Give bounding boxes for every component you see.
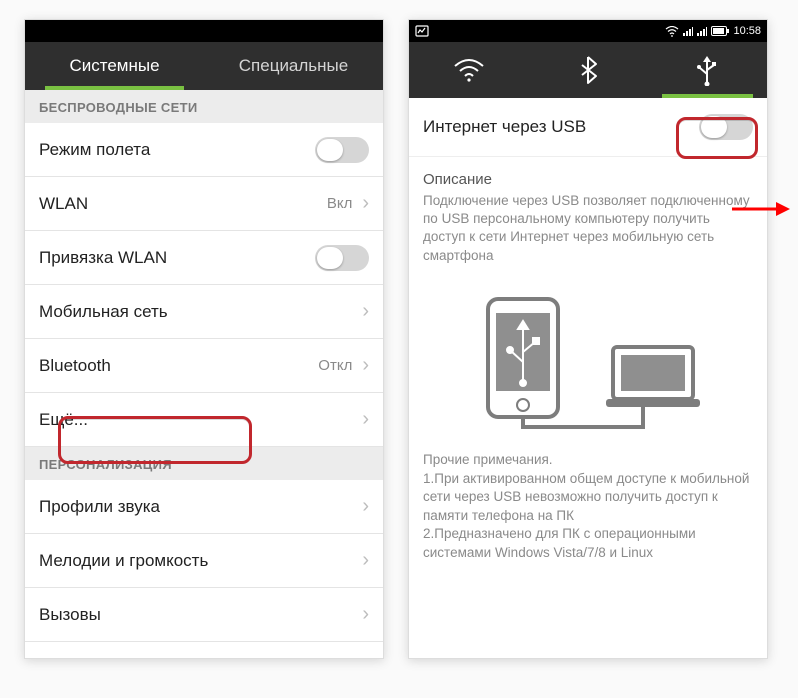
row-sound[interactable]: Мелодии и громкость ›: [25, 534, 383, 588]
section-wireless-label: БЕСПРОВОДНЫЕ СЕТИ: [39, 100, 197, 115]
notes-title: Прочие примечания.: [423, 451, 753, 470]
row-airplane[interactable]: Режим полета: [25, 123, 383, 177]
description-text: Подключение через USB позволяет подключе…: [423, 192, 753, 265]
phone-left: Системные Специальные БЕСПРОВОДНЫЕ СЕТИ …: [24, 19, 384, 659]
description-title: Описание: [423, 171, 753, 188]
airplane-toggle[interactable]: [315, 137, 369, 163]
chevron-right-icon: ›: [362, 192, 369, 215]
airplane-label: Режим полета: [39, 140, 150, 160]
row-wlan[interactable]: WLAN Вкл ›: [25, 177, 383, 231]
phone-right: 10:58 Интернет через USB: [408, 19, 768, 659]
signal2-icon: [697, 26, 707, 36]
chevron-right-icon: ›: [362, 603, 369, 626]
icon-tabs: [409, 42, 767, 98]
wlan-label: WLAN: [39, 194, 88, 214]
chevron-right-icon: ›: [362, 300, 369, 323]
wlan-tether-label: Привязка WLAN: [39, 248, 167, 268]
tabs-header: Системные Специальные: [25, 42, 383, 90]
screenshot-icon: [415, 25, 429, 37]
tab-system[interactable]: Системные: [25, 42, 204, 90]
row-mobile[interactable]: Мобильная сеть ›: [25, 285, 383, 339]
bluetooth-state: Откл: [318, 357, 352, 374]
usb-icon: [695, 54, 719, 86]
chevron-right-icon: ›: [362, 354, 369, 377]
calls-label: Вызовы: [39, 605, 101, 625]
usb-internet-toggle[interactable]: [699, 114, 753, 140]
wifi-icon: [665, 26, 679, 37]
section-wireless: БЕСПРОВОДНЫЕ СЕТИ: [25, 90, 383, 123]
tab-special[interactable]: Специальные: [204, 42, 383, 90]
row-security[interactable]: Безопасность: [25, 642, 383, 659]
more-label: Ещё...: [39, 410, 88, 430]
tab-system-label: Системные: [69, 56, 159, 76]
row-more[interactable]: Ещё... ›: [25, 393, 383, 447]
tab-wifi[interactable]: [409, 42, 528, 98]
battery-icon: [711, 26, 729, 36]
signal1-icon: [683, 26, 693, 36]
row-wlan-tether[interactable]: Привязка WLAN: [25, 231, 383, 285]
clock-label: 10:58: [733, 25, 761, 37]
tab-usb[interactable]: [648, 42, 767, 98]
mobile-label: Мобильная сеть: [39, 302, 168, 322]
chevron-right-icon: ›: [362, 408, 369, 431]
usb-illustration: [409, 277, 767, 447]
row-calls[interactable]: Вызовы ›: [25, 588, 383, 642]
section-personalization: ПЕРСОНАЛИЗАЦИЯ: [25, 447, 383, 480]
bluetooth-label: Bluetooth: [39, 356, 111, 376]
row-usb-internet[interactable]: Интернет через USB: [409, 98, 767, 157]
tab-special-label: Специальные: [239, 56, 348, 76]
wlan-tether-toggle[interactable]: [315, 245, 369, 271]
statusbar-left: [25, 20, 383, 42]
sound-label: Мелодии и громкость: [39, 551, 208, 571]
description-block: Описание Подключение через USB позволяет…: [409, 157, 767, 265]
row-bluetooth[interactable]: Bluetooth Откл ›: [25, 339, 383, 393]
chevron-right-icon: ›: [362, 495, 369, 518]
wlan-state: Вкл: [327, 195, 353, 212]
section-personalization-label: ПЕРСОНАЛИЗАЦИЯ: [39, 457, 172, 472]
tab-bluetooth[interactable]: [528, 42, 647, 98]
chevron-right-icon: ›: [362, 549, 369, 572]
usb-internet-label: Интернет через USB: [423, 117, 586, 137]
bluetooth-icon: [578, 55, 598, 85]
statusbar-right: 10:58: [409, 20, 767, 42]
profiles-label: Профили звука: [39, 497, 160, 517]
note-1: 1.При активированном общем доступе к моб…: [423, 470, 753, 526]
row-profiles[interactable]: Профили звука ›: [25, 480, 383, 534]
usb-body: Интернет через USB Описание Подключение …: [409, 98, 767, 658]
wifi-icon: [452, 57, 486, 83]
notes-block: Прочие примечания. 1.При активированном …: [409, 451, 767, 577]
note-2: 2.Предназначено для ПК с операционными с…: [423, 525, 753, 562]
